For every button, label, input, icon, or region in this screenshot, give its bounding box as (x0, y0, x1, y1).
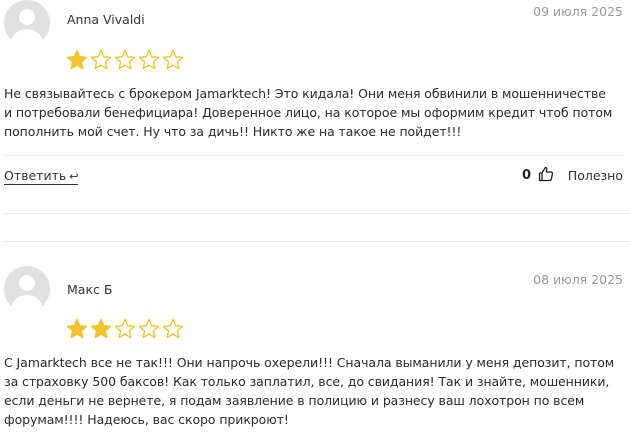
star-filled-icon (66, 318, 88, 339)
review-author: Макс Б (67, 282, 113, 297)
divider (4, 155, 625, 156)
review-date: 09 июля 2025 (533, 4, 623, 19)
reply-arrow-icon: ↩ (69, 170, 79, 183)
review-text: Не связывайтесь с брокером Jamarktech! Э… (4, 84, 624, 141)
star-empty-icon (114, 318, 136, 339)
useful-button[interactable]: Полезно (568, 168, 623, 183)
avatar (4, 0, 50, 46)
divider (4, 213, 629, 214)
divider (4, 241, 629, 242)
avatar-body (10, 295, 44, 312)
review-text-line: С Jamarktech все не так!!! Они напрочь о… (4, 355, 615, 370)
star-filled-icon (66, 49, 88, 70)
star-empty-icon (162, 49, 184, 70)
avatar-head (19, 9, 35, 25)
rating-stars-graphic (66, 318, 184, 339)
review-text-line: пополнить мой счет. Ну что за дичь!! Ник… (4, 124, 462, 139)
star-empty-icon (138, 318, 160, 339)
review-text-line: и потребовали бенефициара! Доверенное ли… (4, 105, 613, 120)
rating-stars-graphic (66, 49, 184, 70)
review-text-line: форумам!!!! Надеюсь, вас скоро прикроют! (4, 412, 289, 427)
rating-stars (66, 318, 186, 340)
star-empty-icon (162, 318, 184, 339)
avatar-body (10, 29, 44, 46)
review-author: Anna Vivaldi (67, 12, 145, 27)
review-text: С Jamarktech все не так!!! Они напрочь о… (4, 353, 624, 429)
review-text-line: если деньги не вернете, я подам заявлени… (4, 393, 585, 408)
reply-label: Ответить (4, 168, 67, 183)
review-text-line: Не связывайтесь с брокером Jamarktech! Э… (4, 86, 606, 101)
star-empty-icon (114, 49, 136, 70)
avatar-head (19, 275, 35, 291)
like-count: 0 (521, 168, 531, 183)
avatar (4, 266, 50, 312)
star-empty-icon (138, 49, 160, 70)
thumbs-up-icon[interactable] (538, 166, 554, 182)
star-filled-icon (90, 318, 112, 339)
star-empty-icon (90, 49, 112, 70)
review-text-line: за страховку 500 баксов! Как только запл… (4, 374, 610, 389)
reply-link[interactable]: Ответить ↩ (4, 168, 79, 185)
review-date: 08 июля 2025 (533, 272, 623, 287)
rating-stars (66, 49, 186, 71)
review-actions: Ответить ↩ 0 Полезно (4, 166, 623, 186)
